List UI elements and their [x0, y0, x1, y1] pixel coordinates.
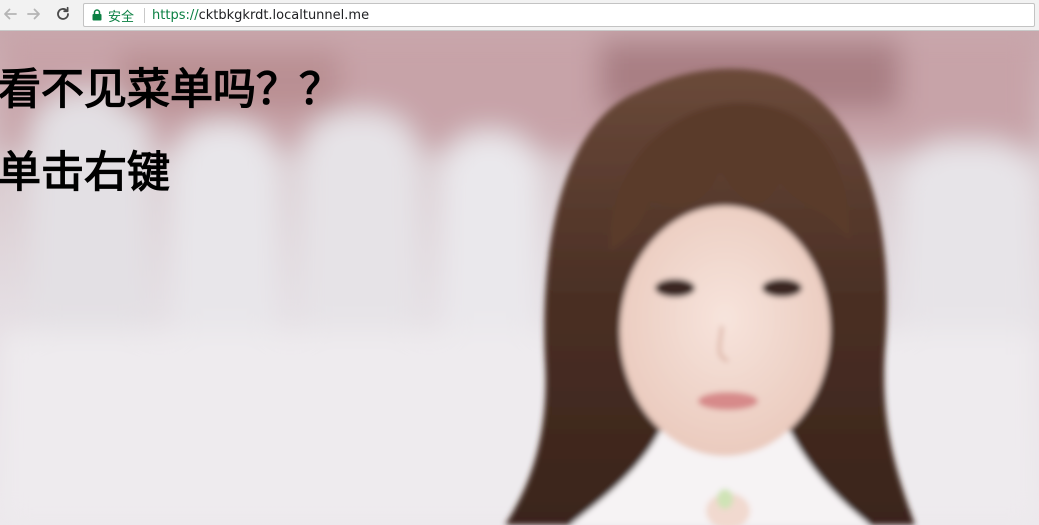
secure-label: 安全 — [108, 9, 135, 25]
url-scheme: https:// — [152, 7, 199, 23]
headline-menu-question: 看不见菜单吗？？ — [0, 65, 342, 115]
arrow-right-icon — [27, 8, 40, 20]
headline-right-click: 单击右键 — [0, 148, 170, 198]
forward-button[interactable] — [24, 4, 44, 24]
back-button[interactable] — [0, 4, 20, 24]
url-text[interactable]: https://cktbkgkrdt.localtunnel.me — [152, 8, 369, 23]
lock-icon — [91, 8, 103, 22]
browser-toolbar: 安全 https://cktbkgkrdt.localtunnel.me — [0, 0, 1039, 31]
reload-icon — [57, 6, 69, 20]
address-separator — [144, 7, 146, 23]
url-host: cktbkgkrdt.localtunnel.me — [198, 7, 370, 23]
address-bar[interactable]: 安全 https://cktbkgkrdt.localtunnel.me — [83, 3, 1035, 27]
arrow-left-icon — [4, 8, 17, 20]
reload-button[interactable] — [53, 4, 73, 24]
page-viewport: 看不见菜单吗？？ 单击右键 — [0, 31, 1039, 525]
